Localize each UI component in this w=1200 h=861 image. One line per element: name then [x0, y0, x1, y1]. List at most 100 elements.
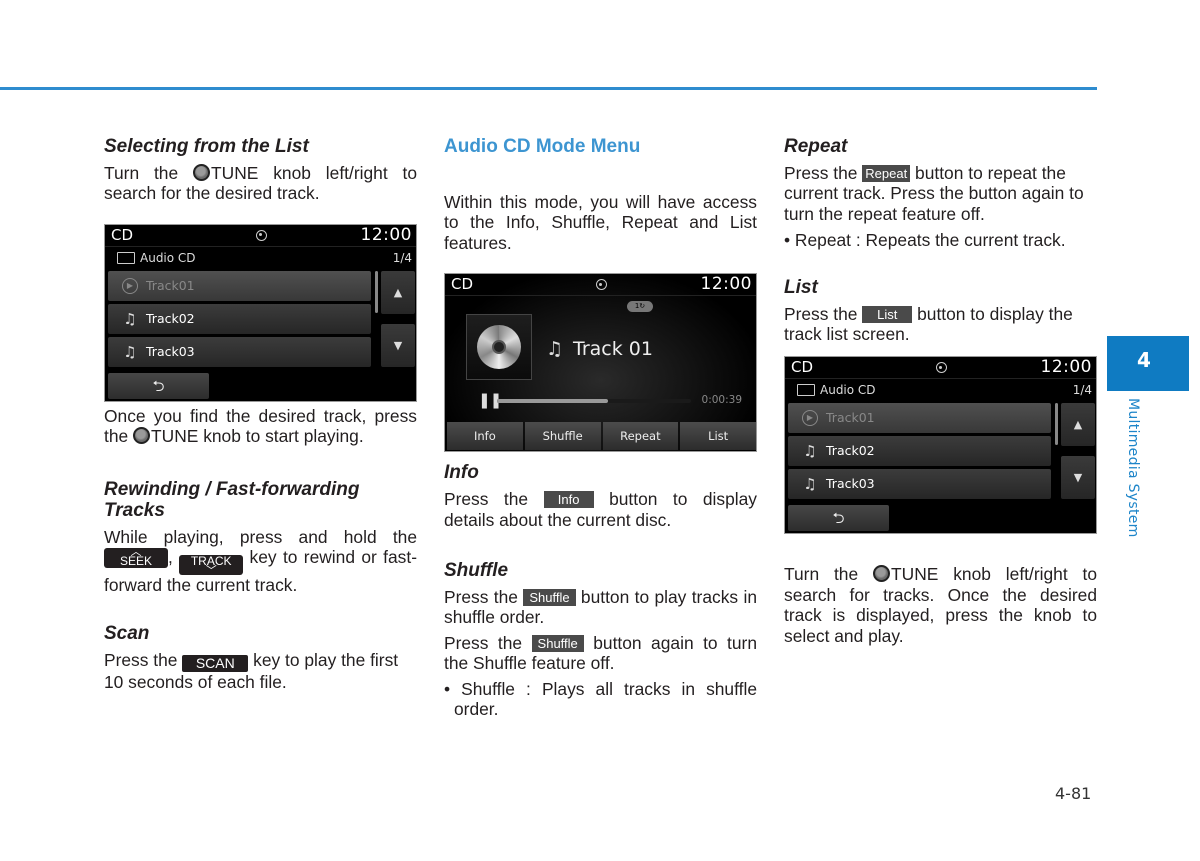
- disc-icon: [935, 362, 947, 374]
- repeat-bullet: • Repeat : Repeats the current track.: [784, 230, 1066, 251]
- folder-icon: [117, 251, 135, 264]
- list-paragraph: Press the List button to display the tra…: [784, 303, 1073, 345]
- now-playing-screen: CD 12:00 1↻ ♫ Track 01 ❚❚ 0:00:39 Info S…: [444, 273, 757, 453]
- tune-paragraph: Turn the TUNE knob left/right to search …: [784, 564, 1098, 646]
- list-scrollbar[interactable]: [375, 270, 378, 313]
- column-3: Repeat Press the Repeat button to repeat…: [784, 136, 1097, 646]
- clock: 12:00: [1040, 357, 1092, 378]
- heading-scan: Scan: [104, 623, 150, 645]
- progress-bar[interactable]: [497, 399, 691, 404]
- heading-list: List: [784, 276, 818, 298]
- track-item-2[interactable]: ♫ Track02: [788, 436, 1051, 467]
- play-icon: ▶: [802, 410, 818, 427]
- mode-menu-intro: Within this mode, you will have access t…: [444, 192, 757, 253]
- album-art: [466, 314, 532, 381]
- chapter-title: Multimedia System: [1125, 398, 1141, 538]
- track-key: TRACK ﹀: [179, 555, 244, 578]
- track-item-1[interactable]: ▶ Track01: [788, 403, 1051, 434]
- header-rule: [0, 87, 1097, 90]
- page-number: 4-81: [1055, 784, 1092, 803]
- heading-audio-cd-mode-menu: Audio CD Mode Menu: [444, 136, 641, 157]
- disc-icon: [255, 229, 267, 241]
- tune-knob-icon: [193, 164, 211, 181]
- clock: 12:00: [360, 224, 412, 245]
- rewind-paragraph: While playing, press and hold the ︿ SEEK,…: [104, 526, 417, 596]
- info-button-label: Info: [543, 491, 594, 509]
- scan-key: SCAN: [182, 655, 249, 673]
- folder-name: Audio CD: [140, 250, 196, 265]
- scroll-up-button[interactable]: ▲: [1061, 403, 1095, 447]
- heading-shuffle: Shuffle: [444, 560, 509, 582]
- mode-menu-bar: Info Shuffle Repeat List: [447, 422, 756, 451]
- scroll-down-button[interactable]: ▼: [381, 323, 415, 367]
- status-bar: CD 12:00: [445, 274, 756, 297]
- track-name: Track01: [146, 277, 195, 293]
- repeat-one-icon: 1↻: [627, 301, 653, 313]
- track-list-screen-2: CD 12:00 Audio CD 1/4 ▶ Track01 ♫ Track0…: [784, 356, 1097, 535]
- music-note-icon: ♫: [123, 309, 137, 328]
- list-button[interactable]: List: [680, 422, 756, 451]
- mode-label: CD: [111, 225, 134, 244]
- scan-paragraph: Press the SCAN key to play the first 10 …: [104, 650, 399, 693]
- back-button[interactable]: ⮌: [788, 505, 889, 532]
- folder-icon: [797, 384, 815, 397]
- chapter-tab: 4: [1107, 336, 1189, 391]
- play-icon: ▶: [122, 277, 138, 294]
- folder-row: Audio CD 1/4: [105, 247, 416, 269]
- repeat-button[interactable]: Repeat: [602, 422, 679, 451]
- track-title: Track 01: [573, 338, 653, 361]
- selecting-paragraph-1: Turn the TUNE knob left/right to search …: [104, 163, 418, 204]
- scroll-down-button[interactable]: ▼: [1061, 456, 1095, 500]
- list-scrollbar[interactable]: [1055, 403, 1058, 446]
- progress-fill: [497, 399, 608, 404]
- cd-disc-icon: [477, 325, 521, 370]
- seek-up-caret-icon: ︿: [130, 546, 142, 559]
- track-list-screen-1: CD 12:00 Audio CD 1/4 ▶ Track01 ♫ Track0…: [104, 223, 417, 402]
- track-name: Track02: [146, 310, 195, 326]
- heading-rewinding: Rewinding / Fast-forwarding Tracks: [104, 478, 360, 521]
- music-note-icon: ♫: [546, 338, 564, 361]
- heading-selecting-from-list: Selecting from the List: [104, 136, 309, 157]
- track-item-3[interactable]: ♫ Track03: [108, 336, 371, 367]
- info-button[interactable]: Info: [447, 422, 523, 451]
- repeat-button-label: Repeat: [862, 165, 911, 182]
- back-button[interactable]: ⮌: [108, 372, 209, 399]
- list-page-indicator: 1/4: [392, 250, 412, 265]
- shuffle-paragraph-1: Press the Shuffle button to play tracks …: [444, 587, 757, 628]
- track-item-1[interactable]: ▶ Track01: [108, 270, 371, 301]
- mode-label: CD: [791, 358, 814, 377]
- elapsed-time: 0:00:39: [701, 394, 742, 407]
- shuffle-bullet: • Shuffle : Plays all tracks in shuffle …: [444, 678, 757, 720]
- selecting-paragraph-2: Once you find the desired track, press t…: [104, 405, 417, 447]
- tune-knob-icon: [873, 565, 891, 583]
- shuffle-button[interactable]: Shuffle: [524, 422, 601, 451]
- track-down-caret-icon: ﹀: [205, 565, 217, 578]
- tune-knob-icon: [133, 427, 151, 445]
- scroll-up-button[interactable]: ▲: [381, 270, 415, 314]
- folder-name: Audio CD: [820, 383, 876, 398]
- disc-icon: [595, 279, 607, 291]
- track-name: Track01: [826, 410, 875, 426]
- column-2: Audio CD Mode Menu Within this mode, you…: [444, 136, 757, 719]
- track-name: Track03: [826, 476, 875, 492]
- status-bar: CD 12:00: [785, 357, 1096, 380]
- column-1: Selecting from the List Turn the TUNE kn…: [104, 136, 417, 693]
- music-note-icon: ♫: [123, 342, 137, 361]
- list-button-label: List: [862, 305, 913, 323]
- track-name: Track03: [146, 343, 195, 359]
- shuffle-button-label: Shuffle: [523, 589, 576, 607]
- repeat-paragraph: Press the Repeat button to repeat the cu…: [784, 163, 1084, 224]
- folder-row: Audio CD 1/4: [785, 379, 1096, 401]
- track-item-3[interactable]: ♫ Track03: [788, 469, 1051, 500]
- status-bar: CD 12:00: [105, 225, 416, 247]
- music-note-icon: ♫: [803, 475, 817, 494]
- seek-key: ︿ SEEK: [104, 546, 168, 569]
- heading-repeat: Repeat: [784, 136, 848, 157]
- mode-label: CD: [451, 275, 474, 294]
- list-page-indicator: 1/4: [1072, 383, 1092, 398]
- clock: 12:00: [700, 274, 752, 295]
- shuffle-button-label: Shuffle: [531, 634, 584, 652]
- track-item-2[interactable]: ♫ Track02: [108, 303, 371, 334]
- music-note-icon: ♫: [803, 442, 817, 461]
- shuffle-paragraph-2: Press the Shuffle button again to turn t…: [444, 632, 757, 674]
